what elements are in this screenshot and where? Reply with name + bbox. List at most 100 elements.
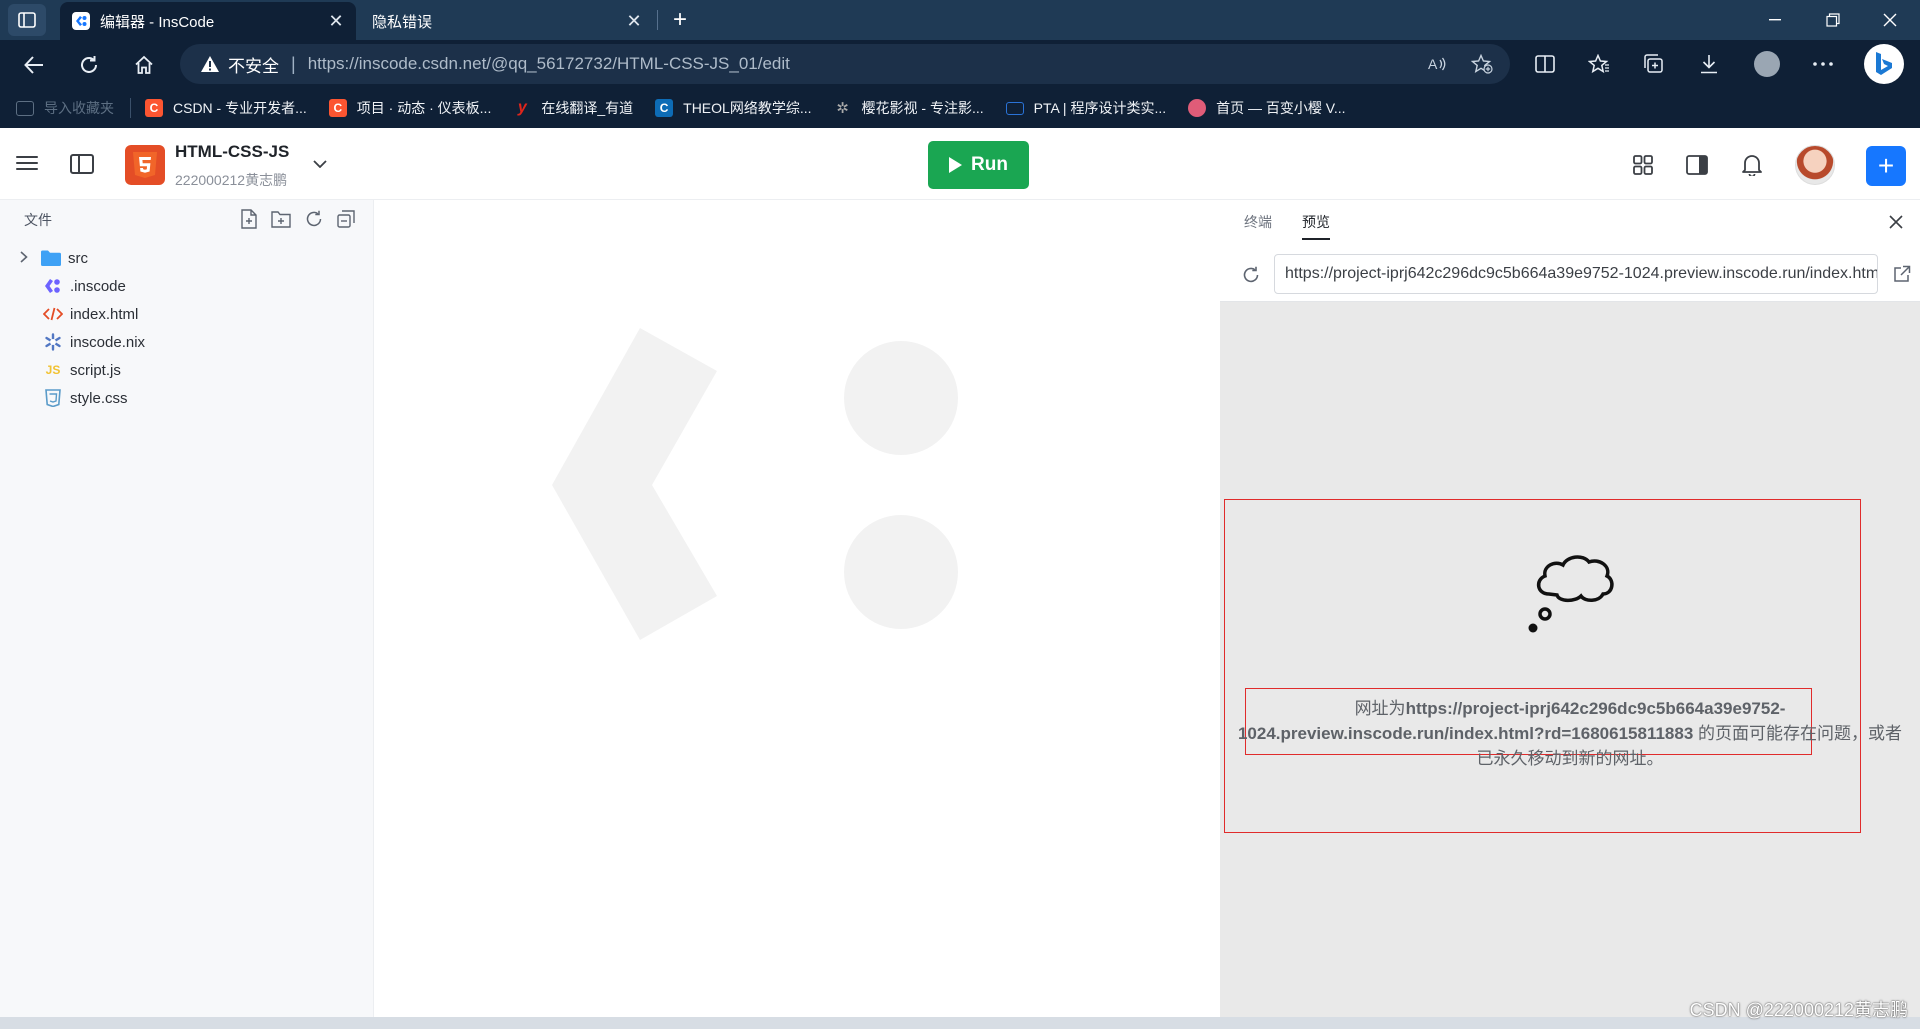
- notification-bell-icon[interactable]: [1739, 152, 1765, 178]
- bookmark-homepage[interactable]: 首页 — 百变小樱 V...: [1188, 98, 1346, 118]
- file-tree-item[interactable]: style.css: [0, 384, 374, 412]
- url-path: /@qq_56172732/HTML-CSS-JS_01/edit: [486, 54, 790, 73]
- collections-icon: [1644, 54, 1663, 73]
- file-name: src: [68, 249, 88, 267]
- more-dots-icon: [1813, 62, 1833, 66]
- csdn-favicon-icon: C: [145, 99, 163, 117]
- bookmark-import[interactable]: 导入收藏夹: [16, 98, 114, 118]
- user-avatar[interactable]: [1795, 145, 1835, 185]
- bookmark-sakura-video[interactable]: ✲ 樱花影视 - 专注影...: [834, 98, 984, 118]
- project-owner: 222000212黄志鹏: [175, 172, 288, 188]
- refresh-icon[interactable]: [1240, 264, 1262, 286]
- layout-grid-icon[interactable]: [1630, 152, 1656, 178]
- bookmark-label: 导入收藏夹: [44, 100, 114, 116]
- home-button[interactable]: [127, 48, 161, 82]
- profile-button[interactable]: [1750, 47, 1784, 81]
- minimize-icon: [1769, 19, 1781, 21]
- preview-url-row: https://project-iprj642c296dc9c5b664a39e…: [1220, 246, 1920, 302]
- close-window-button[interactable]: [1862, 0, 1918, 40]
- download-icon: [1701, 55, 1717, 74]
- close-tab-icon[interactable]: ✕: [322, 7, 350, 35]
- thought-bubble-icon: [1528, 555, 1614, 633]
- file-tree-item[interactable]: JS script.js: [0, 356, 374, 384]
- menu-button[interactable]: [14, 152, 40, 176]
- downloads-button[interactable]: [1692, 47, 1726, 81]
- minimize-button[interactable]: [1747, 0, 1803, 40]
- right-panel-toggle-icon[interactable]: [1684, 152, 1710, 178]
- settings-more-button[interactable]: [1806, 47, 1840, 81]
- bookmark-project-dashboard[interactable]: C 项目 · 动态 · 仪表板...: [328, 98, 491, 118]
- new-tab-button[interactable]: +: [664, 4, 696, 36]
- error-prefix: 网址为: [1354, 699, 1406, 718]
- nix-icon: [42, 333, 64, 351]
- bookmark-theol[interactable]: C THEOL网络教学综...: [655, 98, 812, 118]
- tab-actions-button[interactable]: [8, 4, 46, 36]
- file-name: index.html: [70, 305, 139, 323]
- bookmark-youdao[interactable]: y 在线翻译_有道: [513, 98, 633, 118]
- security-label: 不安全: [228, 56, 279, 76]
- close-tab-icon[interactable]: ✕: [620, 7, 648, 35]
- file-tree-item[interactable]: index.html: [0, 300, 374, 328]
- error-highlight-box: [1224, 499, 1861, 833]
- file-name: script.js: [70, 361, 121, 379]
- bookmark-label: 首页 — 百变小樱 V...: [1216, 100, 1346, 116]
- close-icon: [1883, 13, 1897, 27]
- bookmarks-bar: 导入收藏夹 C CSDN - 专业开发者... C 项目 · 动态 · 仪表板.…: [0, 88, 1920, 128]
- sidebar-toggle-icon[interactable]: [70, 154, 94, 174]
- file-name: .inscode: [70, 277, 126, 295]
- tab-preview[interactable]: 预览: [1302, 212, 1330, 240]
- restore-button[interactable]: [1805, 0, 1861, 40]
- youdao-favicon-icon: y: [517, 99, 527, 116]
- split-screen-button[interactable]: [1528, 47, 1562, 81]
- address-input[interactable]: 不安全 | https://inscode.csdn.net/@qq_56172…: [180, 44, 1510, 84]
- browser-tab-editor[interactable]: 编辑器 - InsCode ✕: [60, 2, 356, 40]
- chevron-right-icon[interactable]: [20, 250, 40, 266]
- play-icon: [949, 157, 963, 173]
- favorites-star-icon: [1588, 54, 1609, 74]
- back-button[interactable]: [17, 48, 51, 82]
- chevron-down-icon[interactable]: [310, 154, 330, 174]
- csdn-watermark: CSDN @222000212黄志鹏: [1689, 1000, 1908, 1020]
- theol-favicon-icon: C: [655, 99, 674, 117]
- collapse-all-icon[interactable]: [335, 208, 357, 230]
- split-screen-icon: [1535, 55, 1555, 73]
- file-tree-folder-src[interactable]: src: [0, 244, 374, 272]
- add-button[interactable]: +: [1866, 146, 1906, 186]
- run-button[interactable]: Run: [928, 141, 1029, 189]
- read-aloud-icon[interactable]: A: [1425, 52, 1449, 76]
- close-panel-icon[interactable]: [1886, 212, 1906, 232]
- open-external-icon[interactable]: [1892, 264, 1912, 284]
- file-explorer: 文件 src .inscode index.html inscode.nix J…: [0, 200, 374, 1017]
- security-warning[interactable]: 不安全: [200, 52, 279, 77]
- collections-button[interactable]: [1637, 47, 1671, 81]
- tab-title: 编辑器 - InsCode: [100, 13, 215, 31]
- file-tree-item[interactable]: .inscode: [0, 272, 374, 300]
- preview-url-input[interactable]: https://project-iprj642c296dc9c5b664a39e…: [1274, 254, 1878, 294]
- new-file-icon[interactable]: [238, 208, 260, 230]
- app-header: HTML-CSS-JS 222000212黄志鹏 Run +: [0, 128, 1920, 200]
- folder-icon: [40, 249, 62, 267]
- project-name[interactable]: HTML-CSS-JS: [175, 142, 289, 162]
- bookmark-csdn[interactable]: C CSDN - 专业开发者...: [145, 98, 307, 118]
- add-favorite-icon[interactable]: [1470, 52, 1494, 76]
- avatar-favicon-icon: [1188, 99, 1207, 117]
- address-divider: |: [291, 53, 296, 74]
- bookmark-label: THEOL网络教学综...: [683, 100, 812, 116]
- browser-tab-privacy-error[interactable]: 隐私错误 ✕: [358, 2, 654, 40]
- tab-terminal[interactable]: 终端: [1244, 212, 1272, 238]
- new-folder-icon[interactable]: [270, 208, 292, 230]
- refresh-button[interactable]: [72, 48, 106, 82]
- refresh-icon[interactable]: [303, 208, 325, 230]
- editor-area[interactable]: [375, 200, 1219, 1017]
- tab-title: 隐私错误: [372, 13, 433, 31]
- bookmark-pta[interactable]: PTA | 程序设计类实...: [1005, 98, 1166, 118]
- bookmark-label: 樱花影视 - 专注影...: [861, 100, 984, 116]
- bing-chat-button[interactable]: [1864, 44, 1904, 84]
- bing-logo-icon: [1876, 52, 1892, 75]
- favorites-button[interactable]: [1582, 47, 1616, 81]
- pta-favicon-icon: [1005, 101, 1024, 115]
- css-icon: [42, 389, 64, 407]
- file-tree-item[interactable]: inscode.nix: [0, 328, 374, 356]
- folder-icon: [16, 100, 34, 116]
- preview-panel-tabs: 终端 预览: [1220, 200, 1920, 246]
